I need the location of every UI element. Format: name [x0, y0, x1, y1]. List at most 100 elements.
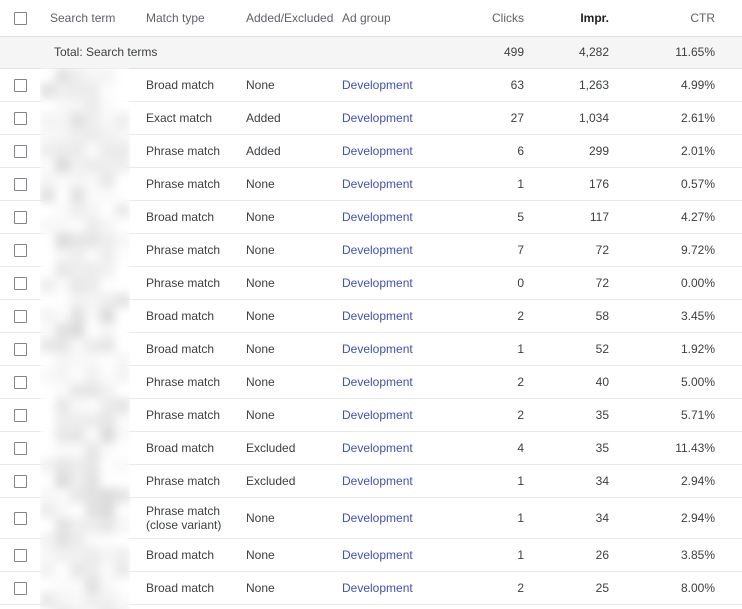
match-type-value: Broad match	[146, 341, 215, 356]
row-checkbox[interactable]	[13, 78, 27, 92]
ad-group-link[interactable]: Development	[342, 243, 413, 257]
row-checkbox[interactable]	[13, 243, 27, 257]
ad-group-link[interactable]: Development	[342, 210, 413, 224]
cell-ctr: 4.27%	[636, 200, 742, 234]
row-checkbox-cell[interactable]	[0, 497, 40, 539]
cell-clicks: 63	[451, 68, 551, 102]
table-row[interactable]: Broad match None Development 5 117 4.27%	[0, 200, 742, 234]
table-total: Total: Search terms 499 4,282 11.65%	[0, 36, 742, 69]
table-row[interactable]: Broad match None Development 2 58 3.45%	[0, 299, 742, 333]
row-checkbox-cell[interactable]	[0, 167, 40, 201]
column-header-search-term[interactable]: Search term	[40, 0, 136, 37]
column-header-ad-group[interactable]: Ad group	[332, 0, 451, 37]
ad-group-link[interactable]: Development	[342, 342, 413, 356]
row-checkbox-cell[interactable]	[0, 233, 40, 267]
table-row[interactable]: Phrase match None Development 7 72 9.72%	[0, 233, 742, 267]
row-checkbox-cell[interactable]	[0, 538, 40, 572]
cell-match-type: Phrase match	[136, 464, 236, 498]
table-row[interactable]: Broad match None Development 1 26 3.85%	[0, 538, 742, 572]
match-type-value: Phrase match	[146, 374, 221, 389]
table-row[interactable]: Phrase match Excluded Development 1 34 2.94%	[0, 464, 742, 498]
row-checkbox[interactable]	[13, 581, 27, 595]
clicks-value: 0	[517, 275, 524, 290]
clicks-value: 2	[517, 308, 524, 323]
impressions-value: 34	[595, 473, 609, 488]
ad-group-link[interactable]: Development	[342, 177, 413, 191]
row-checkbox-cell[interactable]	[0, 431, 40, 465]
ad-group-link[interactable]: Development	[342, 581, 413, 595]
row-checkbox[interactable]	[13, 441, 27, 455]
table-row[interactable]: Phrase match Added Development 6 299 2.01%	[0, 134, 742, 168]
ad-group-link[interactable]: Development	[342, 309, 413, 323]
ad-group-link[interactable]: Development	[342, 144, 413, 158]
row-checkbox-cell[interactable]	[0, 571, 40, 605]
total-row-impressions: 4,282	[578, 45, 609, 59]
row-checkbox[interactable]	[13, 408, 27, 422]
row-checkbox[interactable]	[13, 177, 27, 191]
table-row[interactable]: Phrase match (close variant) None Developme…	[0, 497, 742, 539]
cell-added-excluded: None	[236, 200, 332, 234]
table-row[interactable]: Broad match None Development 63 1,263 4.99%	[0, 68, 742, 102]
ad-group-link[interactable]: Development	[342, 111, 413, 125]
row-checkbox[interactable]	[13, 276, 27, 290]
cell-match-type: Broad match	[136, 299, 236, 333]
column-header-ctr[interactable]: CTR	[636, 0, 742, 37]
table-row[interactable]: Phrase match None Development 2 35 5.71%	[0, 398, 742, 432]
table-row[interactable]: Phrase match None Development 0 72 0.00%	[0, 266, 742, 300]
row-checkbox-cell[interactable]	[0, 398, 40, 432]
ad-group-link[interactable]: Development	[342, 511, 413, 525]
select-all-checkbox[interactable]	[13, 11, 27, 25]
cell-ctr: 2.94%	[636, 497, 742, 539]
ad-group-link[interactable]: Development	[342, 408, 413, 422]
impressions-value: 26	[595, 547, 609, 562]
row-checkbox-cell[interactable]	[0, 365, 40, 399]
table-row[interactable]: Broad match None Development 2 25 8.00%	[0, 571, 742, 605]
match-type-value: Broad match	[146, 209, 215, 224]
cell-ad-group: Development	[332, 167, 451, 201]
table-row[interactable]: Broad match None Development 1 52 1.92%	[0, 332, 742, 366]
column-header-impressions[interactable]: Impr.	[551, 0, 636, 37]
ad-group-link[interactable]: Development	[342, 548, 413, 562]
cell-search-term	[40, 68, 136, 102]
table-row[interactable]: Exact match Added Development 27 1,034 2.61%	[0, 101, 742, 135]
column-header-match-type[interactable]: Match type	[136, 0, 236, 37]
row-checkbox[interactable]	[13, 474, 27, 488]
cell-search-term	[40, 464, 136, 498]
table-row[interactable]: Phrase match None Development 2 40 5.00%	[0, 365, 742, 399]
row-checkbox-cell[interactable]	[0, 464, 40, 498]
total-row-clicks-cell: 499	[451, 36, 551, 69]
ad-group-link[interactable]: Development	[342, 474, 413, 488]
column-header-clicks[interactable]: Clicks	[451, 0, 551, 37]
ad-group-link[interactable]: Development	[342, 276, 413, 290]
select-all-header[interactable]	[0, 0, 40, 37]
row-checkbox-cell[interactable]	[0, 266, 40, 300]
table-row[interactable]: Broad match Excluded Development 4 35 11.43%	[0, 431, 742, 465]
cell-clicks: 1	[451, 497, 551, 539]
row-checkbox-cell[interactable]	[0, 134, 40, 168]
column-header-added-excluded[interactable]: Added/Excluded	[236, 0, 333, 37]
ad-group-link[interactable]: Development	[342, 441, 413, 455]
cell-match-type: Broad match	[136, 538, 236, 572]
cell-ad-group: Development	[332, 68, 451, 102]
table-row[interactable]: Phrase match None Development 1 176 0.57%	[0, 167, 742, 201]
impressions-value: 34	[595, 510, 609, 525]
ad-group-link[interactable]: Development	[342, 78, 413, 92]
cell-match-type: Broad match	[136, 332, 236, 366]
row-checkbox-cell[interactable]	[0, 101, 40, 135]
row-checkbox[interactable]	[13, 342, 27, 356]
row-checkbox[interactable]	[13, 144, 27, 158]
row-checkbox[interactable]	[13, 375, 27, 389]
row-checkbox[interactable]	[13, 210, 27, 224]
cell-ad-group: Development	[332, 571, 451, 605]
row-checkbox-cell[interactable]	[0, 332, 40, 366]
row-checkbox[interactable]	[13, 111, 27, 125]
match-type-value: Phrase match	[146, 503, 221, 518]
ad-group-link[interactable]: Development	[342, 375, 413, 389]
row-checkbox-cell[interactable]	[0, 68, 40, 102]
row-checkbox[interactable]	[13, 309, 27, 323]
row-checkbox[interactable]	[13, 548, 27, 562]
cell-added-excluded: None	[236, 299, 332, 333]
row-checkbox-cell[interactable]	[0, 299, 40, 333]
row-checkbox-cell[interactable]	[0, 200, 40, 234]
row-checkbox[interactable]	[13, 511, 27, 525]
